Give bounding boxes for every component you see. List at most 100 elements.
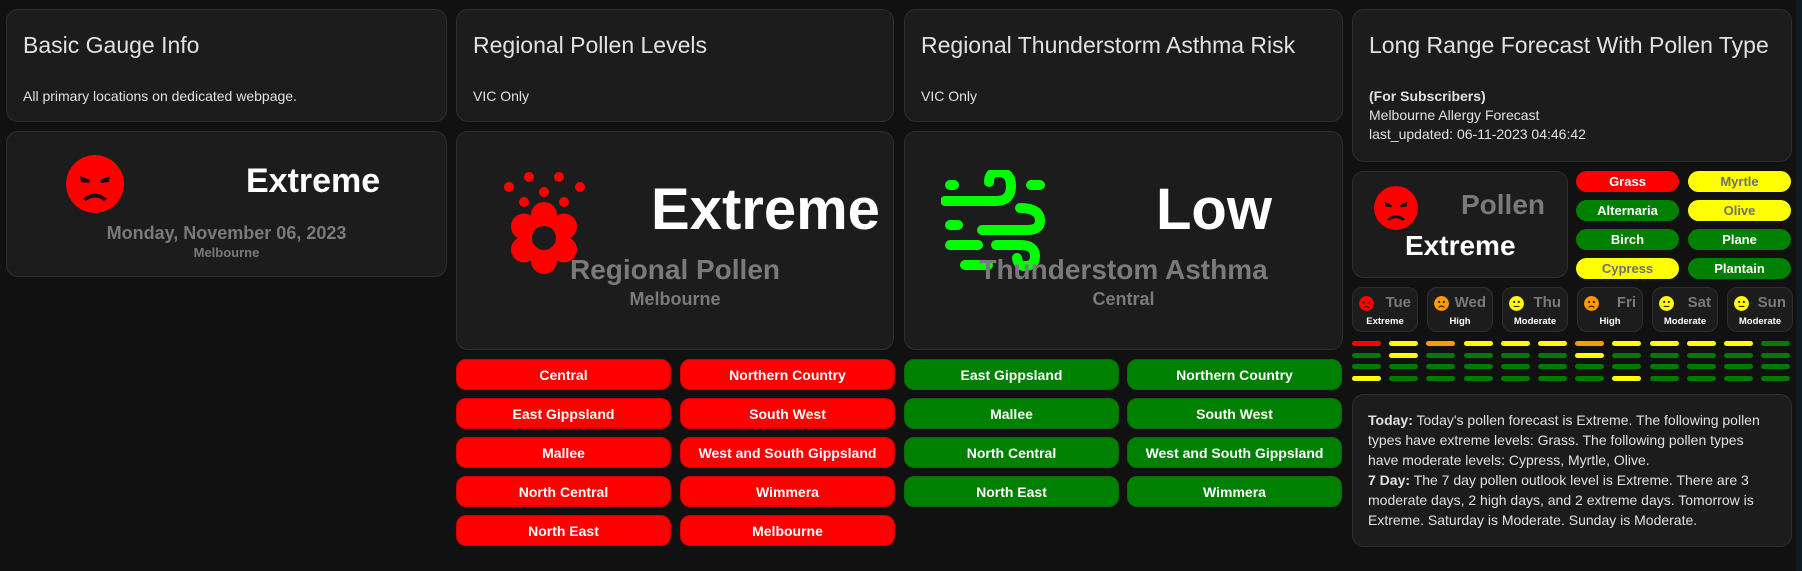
thunderstorm-subtitle: VIC Only <box>921 88 978 104</box>
region-button[interactable]: West and South Gippsland <box>1127 437 1342 468</box>
level-bar <box>1686 341 1716 346</box>
level-bar <box>1724 375 1753 381</box>
today-label: Today: <box>1368 412 1413 428</box>
day-level: High <box>1449 316 1471 327</box>
level-bar <box>1761 375 1791 381</box>
level-bar <box>1649 375 1679 381</box>
level-bar <box>1761 352 1791 358</box>
level-bar <box>1612 341 1642 346</box>
day-level: High <box>1599 316 1621 327</box>
week-label: 7 Day: <box>1368 472 1411 488</box>
level-bar <box>1612 375 1642 381</box>
regional-pollen-title: Regional Pollen Levels <box>473 32 707 58</box>
region-button[interactable]: East Gippsland <box>904 359 1119 390</box>
level-bar <box>1463 352 1493 358</box>
thunderstorm-value: Low <box>1156 177 1272 242</box>
region-button[interactable]: North Central <box>456 476 671 507</box>
region-button[interactable]: North East <box>456 515 671 546</box>
level-bar <box>1575 341 1605 346</box>
day-level: Extreme <box>1366 316 1404 327</box>
regional-pollen-gauge-card[interactable]: Extreme Regional Pollen Melbourne <box>456 131 894 350</box>
region-button[interactable]: Mallee <box>456 437 671 468</box>
level-bar <box>1612 364 1642 369</box>
level-bar <box>1538 375 1567 381</box>
thunderstorm-title: Regional Thunderstorm Asthma Risk <box>921 32 1296 58</box>
basic-gauge-location: Melbourne <box>193 245 260 260</box>
level-bar <box>1352 375 1381 381</box>
level-bar <box>1463 364 1493 369</box>
day-name: Thu <box>1533 294 1562 311</box>
level-bar <box>1500 375 1530 381</box>
region-button[interactable]: East Gippsland <box>456 398 671 429</box>
region-button[interactable]: South West <box>680 398 895 429</box>
pollen-type-badge: Cypress <box>1576 258 1679 279</box>
long-range-title: Long Range Forecast With Pollen Type <box>1369 32 1769 58</box>
pollen-type-badge: Plane <box>1688 229 1791 250</box>
level-bar <box>1686 375 1716 381</box>
day-forecast-card[interactable]: Sat Moderate <box>1652 287 1718 332</box>
region-button[interactable]: Northern Country <box>680 359 895 390</box>
day-forecast-card[interactable]: Wed High <box>1427 287 1493 332</box>
level-bar <box>1538 364 1567 369</box>
level-bar <box>1389 341 1419 346</box>
level-bar <box>1686 364 1716 369</box>
day-level: Moderate <box>1663 316 1707 327</box>
level-bar <box>1686 352 1716 358</box>
region-button[interactable]: Wimmera <box>680 476 895 507</box>
regional-pollen-value: Extreme <box>651 177 880 242</box>
thunderstorm-gauge-card[interactable]: Low Thunderstom Asthma Central <box>904 131 1343 350</box>
level-bar <box>1426 352 1456 358</box>
region-button[interactable]: Northern Country <box>1127 359 1342 390</box>
day-level: Moderate <box>1513 316 1557 327</box>
level-bar <box>1761 364 1791 369</box>
regional-pollen-name: Regional Pollen <box>569 254 781 285</box>
pollen-type-badge: Plantain <box>1688 258 1791 279</box>
day-forecast-card[interactable]: Thu Moderate <box>1502 287 1568 332</box>
pollen-mini-gauge-name: Pollen <box>1461 189 1546 220</box>
level-bar <box>1352 352 1381 358</box>
angry-face-icon <box>66 155 124 213</box>
level-bar <box>1724 352 1753 358</box>
pollen-mini-gauge-card[interactable]: Pollen Extreme <box>1352 171 1568 278</box>
level-bar <box>1463 341 1493 346</box>
forecast-summary-card: Today: Today's pollen forecast is Extrem… <box>1352 394 1792 547</box>
level-bar <box>1761 341 1791 346</box>
region-button[interactable]: Melbourne <box>680 515 895 546</box>
angry-face-icon <box>1374 186 1418 230</box>
day-name: Wed <box>1454 294 1486 311</box>
level-bar <box>1538 352 1567 358</box>
day-name: Sun <box>1757 294 1786 311</box>
level-bar <box>1500 341 1530 346</box>
region-button[interactable]: North Central <box>904 437 1119 468</box>
day-forecast-card[interactable]: Fri High <box>1577 287 1643 332</box>
neutral-face-icon <box>1509 296 1524 311</box>
today-text: Today's pollen forecast is Extreme. The … <box>1368 412 1760 468</box>
basic-gauge-card[interactable]: Extreme Monday, November 06, 2023 Melbou… <box>6 131 447 277</box>
region-button[interactable]: West and South Gippsland <box>680 437 895 468</box>
level-bar <box>1352 364 1381 369</box>
neutral-face-icon <box>1659 296 1674 311</box>
level-bar <box>1426 375 1456 381</box>
region-button[interactable]: North East <box>904 476 1119 507</box>
regional-pollen-subtitle: VIC Only <box>473 88 530 104</box>
window-edge <box>1796 0 1802 571</box>
basic-gauge-header-card: Basic Gauge Info All primary locations o… <box>6 9 447 122</box>
level-bar <box>1575 352 1605 358</box>
day-name: Tue <box>1385 294 1411 311</box>
region-button[interactable]: Wimmera <box>1127 476 1342 507</box>
day-forecast-card[interactable]: Sun Moderate <box>1727 287 1793 332</box>
today-summary: Today: Today's pollen forecast is Extrem… <box>1368 410 1776 470</box>
thunderstorm-location: Central <box>1092 289 1155 309</box>
forecast-name: Melbourne Allergy Forecast <box>1369 107 1540 123</box>
pollen-type-badge: Myrtle <box>1688 171 1791 192</box>
region-button[interactable]: Central <box>456 359 671 390</box>
region-button[interactable]: South West <box>1127 398 1342 429</box>
subscribers-note: (For Subscribers) <box>1369 88 1486 104</box>
pollen-type-badge: Olive <box>1688 200 1791 221</box>
long-range-info: (For Subscribers) Melbourne Allergy Fore… <box>1369 87 1586 144</box>
basic-gauge-date: Monday, November 06, 2023 <box>106 223 347 243</box>
level-bar <box>1575 364 1605 369</box>
long-range-header-card: Long Range Forecast With Pollen Type (Fo… <box>1352 9 1792 162</box>
day-forecast-card[interactable]: Tue Extreme <box>1352 287 1418 332</box>
region-button[interactable]: Mallee <box>904 398 1119 429</box>
